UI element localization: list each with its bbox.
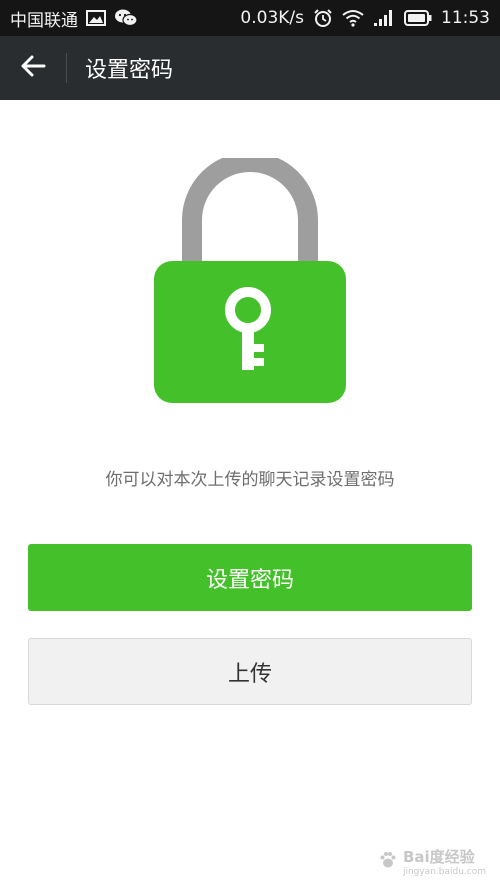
upload-button[interactable]: 上传 [28,638,472,705]
status-right: 0.03K/s 11:53 [240,8,490,28]
description-text: 你可以对本次上传的聊天记录设置密码 [105,470,395,490]
page-title: 设置密码 [85,58,174,83]
back-arrow-icon [20,55,46,81]
watermark-url: jingyan.baidu.com [402,867,486,877]
network-speed: 0.03K/s [240,8,304,28]
lock-with-key-icon [150,152,350,408]
carrier-label: 中国联通 [10,10,78,31]
signal-icon [373,9,395,27]
status-bar: 中国联通 0.03K/s 11:53 [0,0,500,36]
main-content: 你可以对本次上传的聊天记录设置密码 设置密码 上传 Bai度经验 jingyan… [0,100,500,889]
wifi-icon [342,9,364,27]
watermark: Bai度经验 jingyan.baidu.com [379,846,486,877]
status-left: 中国联通 [10,6,138,31]
title-divider [66,53,67,83]
gallery-icon [86,10,106,26]
set-password-label: 设置密码 [205,567,294,593]
watermark-text: Bai度经验 [402,848,475,866]
battery-icon [404,10,432,26]
back-button[interactable] [0,36,66,100]
set-password-button[interactable]: 设置密码 [28,544,472,611]
clock-time: 11:53 [441,8,490,28]
baidu-paw-icon [379,851,397,873]
alarm-icon [313,8,333,28]
title-bar: 设置密码 [0,36,500,100]
upload-label: 上传 [227,661,272,687]
wechat-icon [114,8,138,28]
